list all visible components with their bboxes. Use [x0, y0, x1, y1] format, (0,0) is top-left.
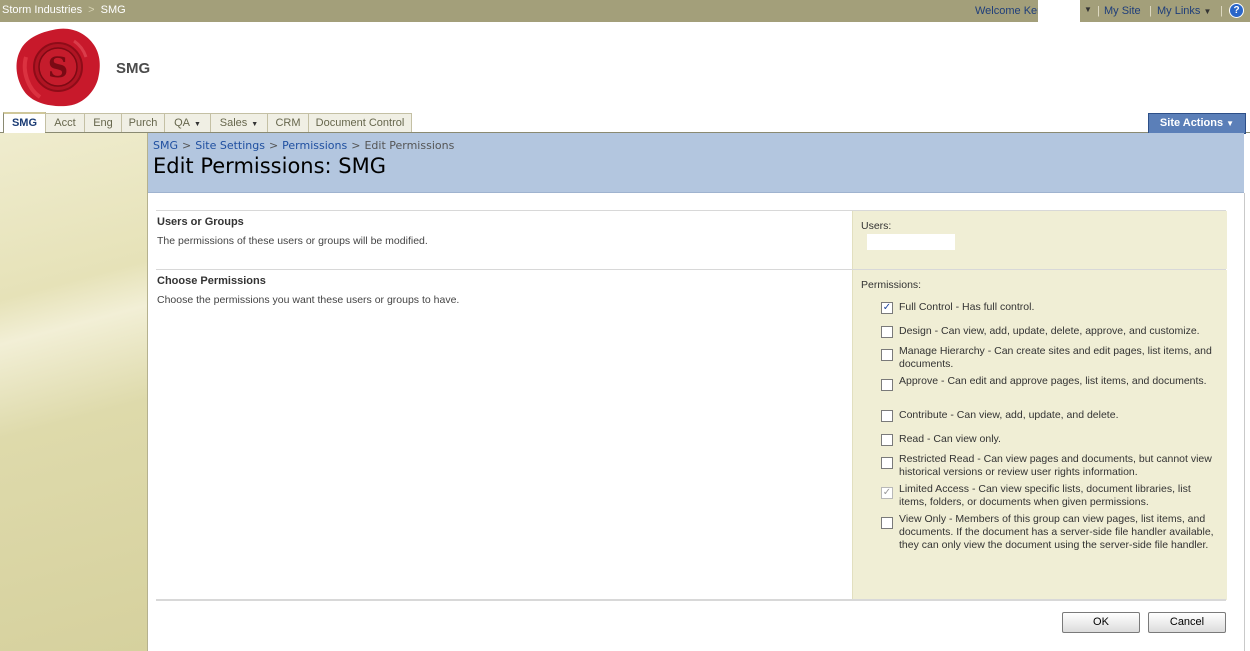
- site-title[interactable]: SMG: [116, 60, 150, 77]
- top-nav: SMG Acct Eng Purch QA ▼ Sales ▼ CRM Docume…: [0, 112, 1250, 134]
- permission-label: Design - Can view, add, update, delete, …: [899, 325, 1200, 337]
- permission-checkbox: ✓: [881, 487, 893, 499]
- main-content: Users or Groups The permissions of these…: [148, 193, 1245, 651]
- permission-label: Read - Can view only.: [899, 433, 1001, 445]
- users-field-panel: Users:: [852, 211, 1227, 269]
- breadcrumb-smg[interactable]: SMG: [101, 4, 126, 16]
- breadcrumb-permissions[interactable]: Permissions: [282, 139, 347, 152]
- breadcrumb-separator: >: [268, 139, 279, 152]
- page-title: Edit Permissions: SMG: [153, 154, 387, 178]
- site-actions-menu[interactable]: Site Actions ▼: [1148, 113, 1246, 134]
- permission-label: Full Control - Has full control.: [899, 301, 1035, 313]
- breadcrumb: SMG > Site Settings > Permissions > Edit Permi…: [153, 139, 454, 152]
- breadcrumb-site-settings[interactable]: Site Settings: [195, 139, 265, 152]
- permissions-field-panel: Permissions: ✓ Full Control - Has full c…: [852, 270, 1227, 600]
- redacted-username: [1038, 0, 1080, 22]
- breadcrumb-smg[interactable]: SMG: [153, 139, 178, 152]
- tab-acct[interactable]: Acct: [45, 113, 85, 132]
- tab-label: QA: [174, 117, 190, 129]
- chevron-down-icon: ▼: [1203, 7, 1212, 16]
- permission-checkbox[interactable]: [881, 410, 893, 422]
- section-description: The permissions of these users or groups…: [157, 235, 428, 247]
- divider: |: [1149, 5, 1152, 17]
- global-top-bar: Storm Industries > SMG Welcome Ken ▼ | M…: [0, 0, 1250, 22]
- tab-label: CRM: [275, 117, 301, 129]
- chevron-down-icon: ▼: [193, 121, 201, 128]
- breadcrumb-separator: >: [88, 4, 95, 16]
- svg-text:S: S: [48, 51, 68, 84]
- permission-label: Approve - Can edit and approve pages, li…: [899, 375, 1207, 387]
- permission-checkbox[interactable]: [881, 457, 893, 469]
- tab-label: Sales: [219, 117, 248, 129]
- permission-label: Restricted Read - Can view pages and doc…: [899, 453, 1212, 478]
- permissions-section: Choose Permissions Choose the permission…: [156, 269, 1227, 600]
- section-title: Choose Permissions: [157, 275, 266, 287]
- tab-purch[interactable]: Purch: [121, 113, 165, 132]
- users-section-description: Users or Groups The permissions of these…: [156, 211, 852, 269]
- help-icon[interactable]: ?: [1229, 3, 1244, 18]
- tab-qa[interactable]: QA ▼: [164, 113, 211, 132]
- permission-label: Contribute - Can view, add, update, and …: [899, 409, 1119, 421]
- chevron-down-icon[interactable]: ▼: [1084, 5, 1092, 14]
- tab-smg[interactable]: SMG: [3, 112, 46, 134]
- permission-checkbox[interactable]: ✓: [881, 302, 893, 314]
- divider: |: [1097, 5, 1100, 17]
- breadcrumb-storm-industries[interactable]: Storm Industries: [2, 4, 82, 16]
- tab-label: Eng: [93, 117, 113, 129]
- permission-checkbox[interactable]: [881, 517, 893, 529]
- my-site-link[interactable]: My Site: [1104, 5, 1141, 17]
- tab-sales[interactable]: Sales ▼: [210, 113, 268, 132]
- permission-checkbox[interactable]: [881, 434, 893, 446]
- users-value: [867, 234, 955, 250]
- chevron-down-icon: ▼: [251, 121, 259, 128]
- tab-crm[interactable]: CRM: [267, 113, 309, 132]
- permissions-label: Permissions:: [861, 279, 922, 291]
- chevron-down-icon: ▼: [1226, 119, 1235, 128]
- left-navigation-panel: [0, 133, 148, 651]
- site-actions-label: Site Actions: [1159, 117, 1224, 129]
- users-section: Users or Groups The permissions of these…: [156, 210, 1227, 269]
- section-title: Users or Groups: [157, 216, 244, 228]
- site-logo[interactable]: S: [14, 27, 102, 107]
- section-description: Choose the permissions you want these us…: [157, 294, 460, 306]
- tab-eng[interactable]: Eng: [84, 113, 122, 132]
- tab-label: Document Control: [315, 117, 405, 129]
- ok-button[interactable]: OK: [1062, 612, 1140, 633]
- permissions-section-description: Choose Permissions Choose the permission…: [156, 270, 852, 600]
- breadcrumb-separator: >: [182, 139, 192, 152]
- users-label: Users:: [861, 220, 892, 232]
- tab-label: Acct: [54, 117, 76, 129]
- form-bottom-divider: [156, 599, 1226, 601]
- cancel-button[interactable]: Cancel: [1148, 612, 1226, 633]
- divider: |: [1220, 5, 1223, 17]
- site-header: S SMG: [0, 22, 1250, 112]
- global-breadcrumb: Storm Industries > SMG: [2, 4, 126, 16]
- tab-label: Purch: [128, 117, 158, 129]
- permission-label: View Only - Members of this group can vi…: [899, 513, 1214, 551]
- breadcrumb-separator: >: [351, 139, 361, 152]
- tab-label: SMG: [11, 117, 38, 129]
- page-title-area: SMG > Site Settings > Permissions > Edit Permi…: [148, 133, 1244, 193]
- tab-document-control[interactable]: Document Control: [308, 113, 412, 132]
- permission-checkbox[interactable]: [881, 326, 893, 338]
- breadcrumb-current: Edit Permissions: [364, 139, 455, 152]
- my-links-menu[interactable]: My Links ▼: [1157, 5, 1211, 17]
- welcome-menu[interactable]: Welcome Ken: [975, 5, 1043, 17]
- permission-checkbox[interactable]: [881, 349, 893, 361]
- permission-checkbox[interactable]: [881, 379, 893, 391]
- my-links-label: My Links: [1157, 5, 1201, 17]
- permission-label: Limited Access - Can view specific lists…: [899, 483, 1191, 508]
- permission-label: Manage Hierarchy - Can create sites and …: [899, 345, 1212, 370]
